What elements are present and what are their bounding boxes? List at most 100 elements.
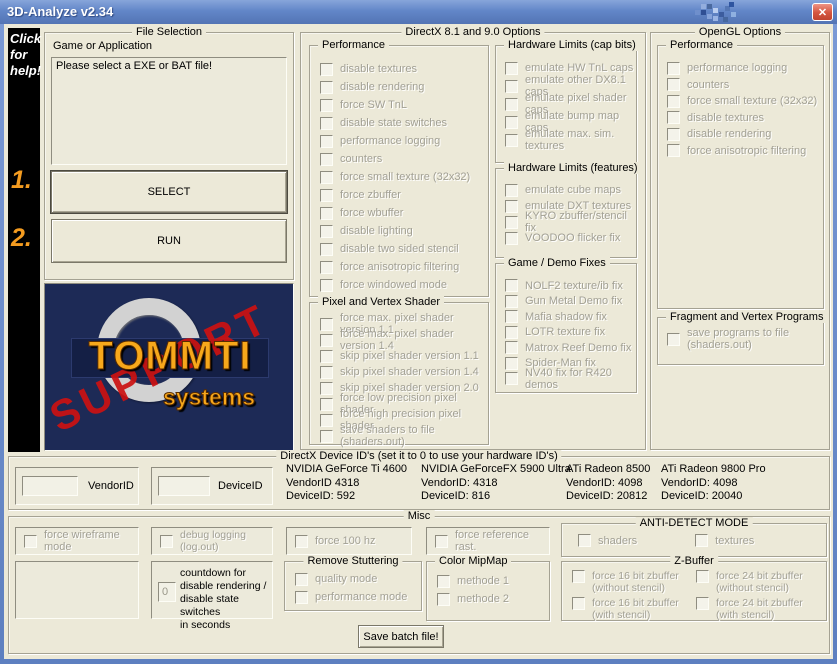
checkbox[interactable] — [295, 590, 308, 604]
checkbox-item[interactable]: VOODOO flicker fix — [505, 230, 636, 246]
checkbox-item[interactable]: methode 1 — [437, 572, 509, 590]
checkbox-item[interactable]: emulate cube maps — [505, 182, 636, 198]
checkbox[interactable] — [578, 534, 591, 547]
checkbox[interactable] — [505, 372, 518, 386]
checkbox-item[interactable]: Matrox Reef Demo fix — [505, 340, 636, 356]
checkbox-item[interactable]: quality mode — [295, 570, 407, 588]
checkbox-item[interactable]: performance logging — [667, 60, 817, 77]
checkbox-item[interactable]: disable rendering — [667, 126, 817, 143]
checkbox[interactable] — [572, 597, 585, 610]
checkbox-item[interactable]: counters — [667, 77, 817, 94]
checkbox[interactable] — [320, 365, 333, 379]
checkbox-item[interactable]: force 24 bit zbuffer (without stencil) — [696, 570, 820, 594]
checkbox[interactable] — [320, 134, 333, 148]
checkbox[interactable] — [320, 397, 333, 411]
checkbox-item[interactable]: disable lighting — [320, 222, 470, 240]
checkbox-item[interactable]: force zbuffer — [320, 186, 470, 204]
checkbox[interactable] — [505, 325, 518, 339]
checkbox-item[interactable]: Gun Metal Demo fix — [505, 294, 636, 310]
checkbox[interactable] — [320, 278, 333, 292]
save-batch-file-button[interactable]: Save batch file! — [358, 625, 444, 648]
checkbox-item[interactable]: force wbuffer — [320, 204, 470, 222]
close-button[interactable]: ✕ — [812, 3, 833, 21]
checkbox-item[interactable]: force max. pixel shader version 1.4 — [320, 328, 488, 352]
checkbox-item[interactable]: disable two sided stencil — [320, 240, 470, 258]
checkbox[interactable] — [320, 206, 333, 220]
checkbox[interactable] — [505, 183, 518, 197]
checkbox[interactable] — [320, 413, 333, 427]
checkbox[interactable] — [505, 97, 518, 111]
help-link[interactable]: Click for help! — [10, 31, 41, 79]
checkbox[interactable] — [320, 429, 333, 443]
select-button[interactable]: SELECT — [50, 170, 288, 214]
checkbox-item[interactable]: force 16 bit zbuffer (with stencil) — [572, 597, 696, 621]
checkbox[interactable] — [572, 570, 585, 583]
checkbox[interactable] — [667, 111, 680, 125]
checkbox[interactable] — [320, 188, 333, 202]
checkbox[interactable] — [695, 534, 709, 547]
checkbox-item[interactable]: disable state switches — [320, 114, 470, 132]
checkbox-item[interactable]: disable textures — [667, 110, 817, 127]
checkbox[interactable] — [295, 534, 308, 548]
checkbox[interactable] — [320, 381, 333, 395]
checkbox-item[interactable]: textures — [695, 534, 754, 547]
checkbox[interactable] — [320, 80, 333, 94]
checkbox[interactable] — [505, 279, 518, 293]
checkbox-item[interactable]: skip pixel shader version 1.1 — [320, 348, 488, 364]
checkbox-item[interactable]: performance mode — [295, 588, 407, 606]
checkbox-item[interactable]: debug logging (log.out) — [160, 529, 272, 553]
checkbox[interactable] — [320, 116, 333, 130]
checkbox[interactable] — [696, 597, 709, 610]
checkbox[interactable] — [505, 310, 518, 324]
checkbox[interactable] — [505, 115, 518, 129]
checkbox[interactable] — [435, 534, 448, 548]
checkbox-item[interactable]: force wireframe mode — [24, 529, 138, 553]
vendor-id-input[interactable] — [22, 476, 78, 496]
checkbox[interactable] — [667, 94, 680, 108]
checkbox[interactable] — [505, 356, 518, 370]
checkbox[interactable] — [320, 317, 333, 331]
checkbox-item[interactable]: save programs to file (shaders.out) — [667, 327, 823, 351]
checkbox[interactable] — [505, 231, 518, 245]
checkbox[interactable] — [667, 127, 680, 141]
checkbox-item[interactable]: force anisotropic filtering — [667, 143, 817, 160]
checkbox[interactable] — [667, 144, 680, 158]
checkbox[interactable] — [320, 98, 333, 112]
checkbox-item[interactable]: disable rendering — [320, 78, 470, 96]
checkbox[interactable] — [437, 574, 450, 588]
checkbox-item[interactable]: save shaders to file (shaders.out) — [320, 424, 488, 448]
checkbox-item[interactable]: force small texture (32x32) — [320, 168, 470, 186]
checkbox[interactable] — [505, 61, 518, 75]
checkbox-item[interactable]: force anisotropic filtering — [320, 258, 470, 276]
checkbox[interactable] — [320, 62, 333, 76]
checkbox-item[interactable]: methode 2 — [437, 590, 509, 608]
checkbox-item[interactable]: force windowed mode — [320, 276, 470, 294]
checkbox-item[interactable]: performance logging — [320, 132, 470, 150]
file-path-box[interactable]: Please select a EXE or BAT file! — [51, 57, 287, 165]
checkbox-item[interactable]: counters — [320, 150, 470, 168]
checkbox-item[interactable]: force 24 bit zbuffer (with stencil) — [696, 597, 820, 621]
checkbox[interactable] — [505, 133, 518, 147]
checkbox[interactable] — [505, 199, 518, 213]
checkbox-item[interactable]: NOLF2 texture/ib fix — [505, 278, 636, 294]
checkbox-item[interactable]: force small texture (32x32) — [667, 93, 817, 110]
checkbox[interactable] — [160, 534, 173, 548]
checkbox-item[interactable]: force 16 bit zbuffer (without stencil) — [572, 570, 696, 594]
countdown-input[interactable] — [158, 582, 176, 602]
checkbox[interactable] — [320, 260, 333, 274]
checkbox[interactable] — [320, 170, 333, 184]
checkbox-item[interactable]: shaders — [578, 534, 637, 547]
checkbox[interactable] — [320, 349, 333, 363]
checkbox[interactable] — [320, 224, 333, 238]
checkbox[interactable] — [320, 333, 333, 347]
checkbox[interactable] — [696, 570, 709, 583]
checkbox-item[interactable]: force SW TnL — [320, 96, 470, 114]
checkbox[interactable] — [320, 152, 333, 166]
checkbox-item[interactable]: skip pixel shader version 1.4 — [320, 364, 488, 380]
device-id-input[interactable] — [158, 476, 210, 496]
checkbox[interactable] — [320, 242, 333, 256]
checkbox-item[interactable]: force 100 hz — [295, 534, 376, 548]
checkbox[interactable] — [437, 592, 450, 606]
checkbox-item[interactable]: disable textures — [320, 60, 470, 78]
checkbox[interactable] — [24, 534, 37, 548]
